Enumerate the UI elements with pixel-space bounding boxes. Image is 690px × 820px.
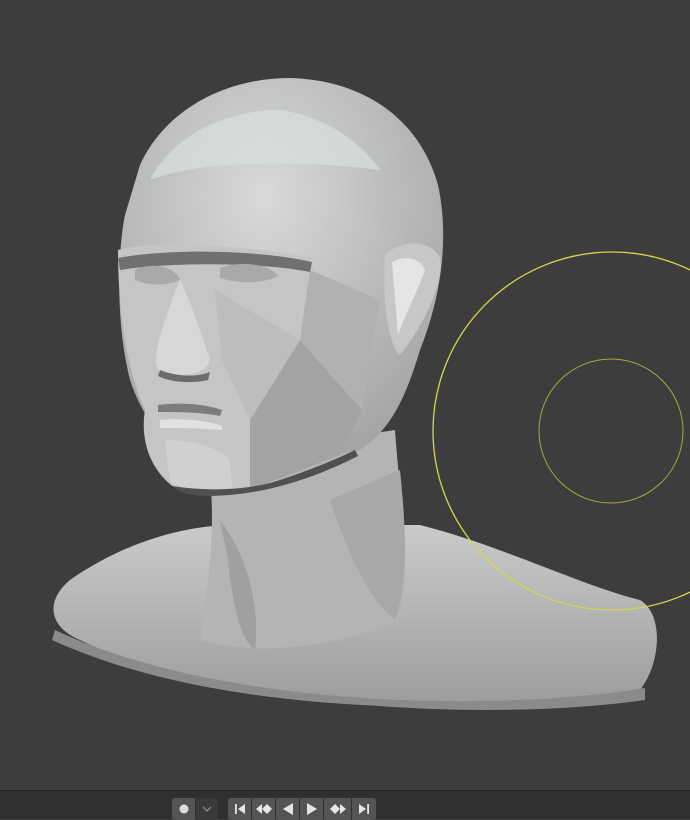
play-button[interactable] bbox=[300, 798, 323, 820]
jump-next-keyframe-button[interactable] bbox=[324, 798, 351, 820]
prev-keyframe-icon bbox=[255, 804, 272, 814]
record-dot-icon bbox=[179, 804, 188, 814]
3d-viewport[interactable] bbox=[0, 0, 690, 790]
play-reverse-icon bbox=[282, 803, 293, 815]
play-reverse-button[interactable] bbox=[276, 798, 299, 820]
jump-to-start-button[interactable] bbox=[228, 798, 251, 820]
chevron-down-icon bbox=[202, 806, 212, 812]
viewport-canvas[interactable] bbox=[0, 0, 690, 790]
play-icon bbox=[306, 803, 317, 815]
sculpt-bust-mesh[interactable] bbox=[52, 78, 657, 710]
jump-to-end-button[interactable] bbox=[352, 798, 376, 820]
record-button[interactable] bbox=[172, 798, 195, 820]
timeline-playback-bar bbox=[0, 790, 690, 820]
jump-prev-keyframe-button[interactable] bbox=[252, 798, 275, 820]
next-keyframe-icon bbox=[329, 804, 346, 814]
jump-start-icon bbox=[234, 804, 245, 814]
record-options-dropdown[interactable] bbox=[196, 798, 218, 820]
jump-end-icon bbox=[359, 804, 369, 814]
